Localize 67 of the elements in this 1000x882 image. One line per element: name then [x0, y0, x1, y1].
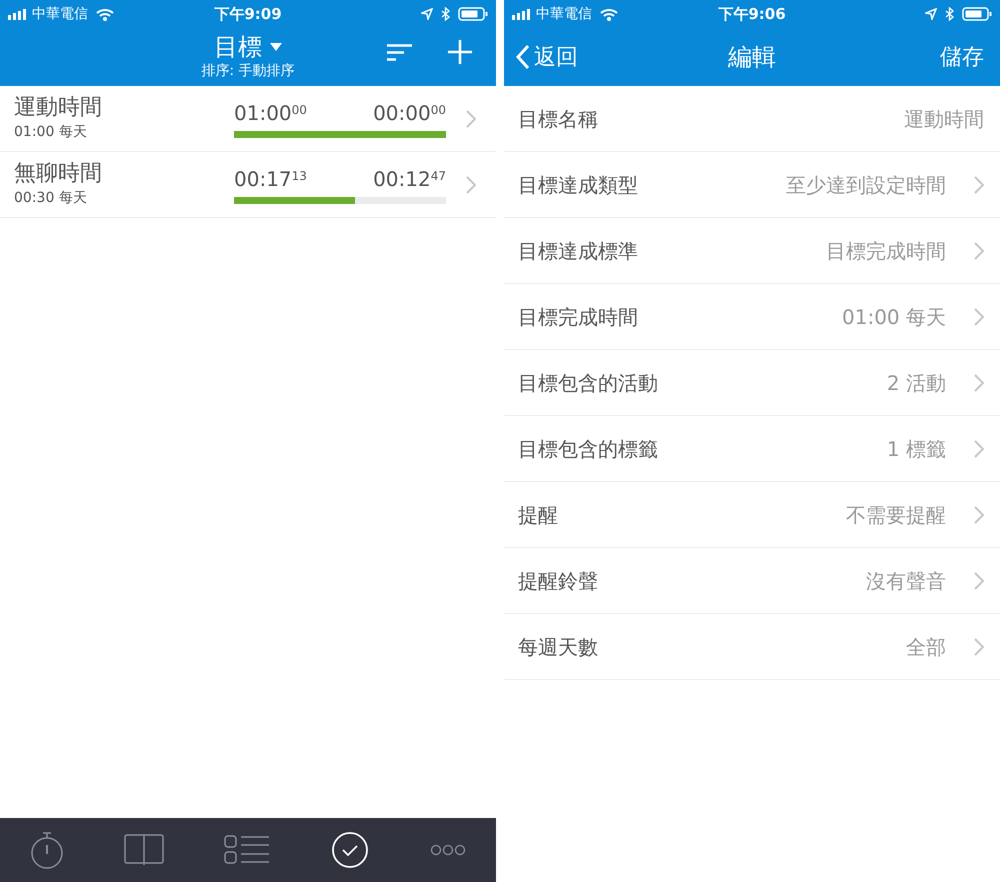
row-label: 提醒 — [518, 502, 558, 528]
more-icon[interactable] — [430, 844, 466, 856]
nav-title: 編輯 — [728, 42, 776, 73]
row-label: 目標包含的標籤 — [518, 436, 658, 462]
signal-icon — [8, 8, 28, 20]
settings-row[interactable]: 提醒 不需要提醒 — [504, 482, 1000, 548]
bluetooth-icon — [441, 7, 450, 21]
stopwatch-icon[interactable] — [30, 831, 64, 869]
sort-subtitle: 排序: 手動排序 — [201, 62, 295, 80]
row-value: 1 標籤 — [886, 436, 946, 462]
row-label: 目標包含的活動 — [518, 370, 658, 396]
title-dropdown[interactable]: 目標 — [214, 32, 282, 60]
row-label: 每週天數 — [518, 634, 598, 660]
goal-row[interactable]: 無聊時間 00:30 每天 00:17$^{13}$ 00:12$^{47}$ — [0, 152, 496, 218]
signal-icon — [512, 8, 532, 20]
carrier-name: 中華電信 — [536, 4, 592, 24]
status-time: 下午9:06 — [718, 4, 786, 25]
wifi-icon — [96, 8, 114, 20]
row-value: 2 活動 — [886, 370, 946, 396]
goal-schedule: 01:00 每天 — [14, 123, 88, 142]
row-label: 提醒鈴聲 — [518, 568, 598, 594]
book-icon[interactable] — [124, 834, 164, 866]
goal-name: 運動時間 — [14, 94, 103, 122]
bluetooth-icon — [945, 7, 954, 21]
settings-row[interactable]: 目標包含的活動 2 活動 — [504, 350, 1000, 416]
goal-name: 無聊時間 — [14, 160, 103, 188]
back-chevron-icon — [516, 44, 530, 70]
elapsed-time: 00:17$^{13}$ — [234, 166, 307, 193]
row-value: 01:00 每天 — [842, 304, 946, 330]
sort-icon[interactable] — [387, 44, 412, 60]
list-icon[interactable] — [224, 835, 270, 865]
row-value: 目標完成時間 — [826, 238, 946, 264]
battery-icon — [458, 7, 488, 21]
row-value: 運動時間 — [904, 106, 984, 132]
row-value: 沒有聲音 — [866, 568, 946, 594]
status-time: 下午9:09 — [214, 4, 282, 25]
goal-schedule: 00:30 每天 — [14, 189, 88, 208]
battery-icon — [962, 7, 992, 21]
settings-row[interactable]: 目標包含的標籤 1 標籤 — [504, 416, 1000, 482]
carrier-name: 中華電信 — [32, 4, 88, 24]
row-value: 不需要提醒 — [846, 502, 946, 528]
back-button[interactable]: 返回 — [516, 40, 578, 74]
row-value: 全部 — [906, 634, 946, 660]
check-circle-icon[interactable] — [330, 830, 370, 870]
remaining-time: 00:12$^{47}$ — [373, 166, 446, 193]
settings-row[interactable]: 提醒鈴聲 沒有聲音 — [504, 548, 1000, 614]
settings-row[interactable]: 目標達成標準 目標完成時間 — [504, 218, 1000, 284]
row-label: 目標達成標準 — [518, 238, 638, 264]
caret-icon — [270, 42, 282, 50]
goal-row[interactable]: 運動時間 01:00 每天 01:00$^{00}$ 00:00$^{00}$ — [0, 86, 496, 152]
remaining-time: 00:00$^{00}$ — [373, 100, 446, 127]
settings-row[interactable]: 目標達成類型 至少達到設定時間 — [504, 152, 1000, 218]
chevron-icon — [466, 176, 476, 194]
location-icon — [421, 8, 433, 20]
row-label: 目標名稱 — [518, 106, 598, 132]
row-value: 至少達到設定時間 — [786, 172, 946, 198]
elapsed-time: 01:00$^{00}$ — [234, 100, 307, 127]
settings-row[interactable]: 目標完成時間 01:00 每天 — [504, 284, 1000, 350]
add-icon[interactable] — [448, 40, 472, 64]
save-button[interactable]: 儲存 — [940, 40, 984, 74]
settings-row[interactable]: 每週天數 全部 — [504, 614, 1000, 680]
location-icon — [925, 8, 937, 20]
row-label: 目標完成時間 — [518, 304, 638, 330]
wifi-icon — [600, 8, 618, 20]
row-label: 目標達成類型 — [518, 172, 638, 198]
chevron-icon — [466, 110, 476, 128]
settings-row[interactable]: 目標名稱 運動時間 — [504, 86, 1000, 152]
